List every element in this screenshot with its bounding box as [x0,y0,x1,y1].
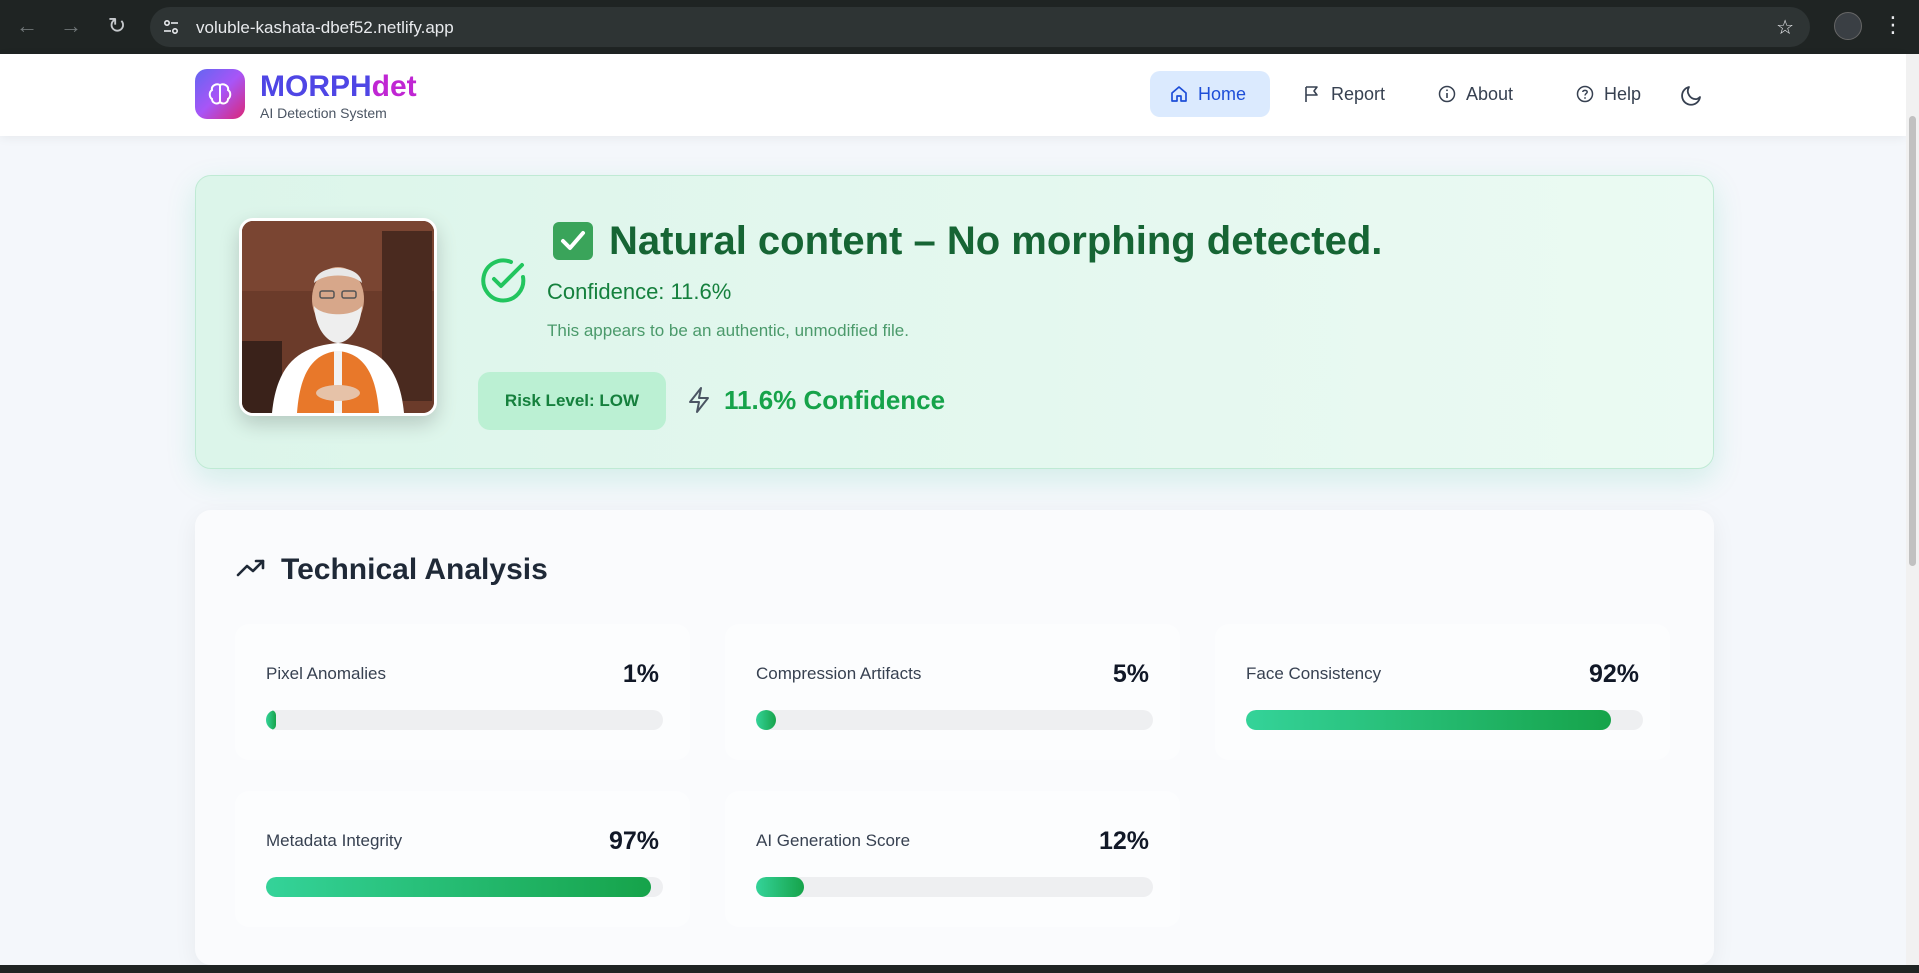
help-icon [1576,85,1594,103]
forward-arrow-icon[interactable]: → [58,13,84,39]
metric-card: Pixel Anomalies 1% [235,624,690,760]
nav-report-label: Report [1331,83,1386,104]
metric-card: AI Generation Score 12% [725,791,1180,927]
metric-label: Compression Artifacts [756,664,922,683]
trending-up-icon [236,559,265,577]
metric-card: Metadata Integrity 97% [235,791,690,927]
confidence-score: 11.6% Confidence [724,385,946,415]
progress-fill [266,710,276,730]
progress-track [1246,710,1643,730]
profile-avatar[interactable] [1834,12,1862,40]
brand-subtitle: AI Detection System [260,105,387,121]
nav-help-label: Help [1604,83,1642,104]
tune-icon[interactable] [162,18,180,36]
back-arrow-icon[interactable]: ← [14,13,40,39]
section-title: Technical Analysis [281,553,548,586]
check-mark-icon [553,222,593,260]
metric-value: 92% [1588,660,1639,688]
progress-fill [1246,710,1612,730]
risk-level-badge: Risk Level: LOW [478,372,666,430]
star-icon[interactable]: ☆ [1776,15,1794,40]
nav-home-label: Home [1198,83,1247,104]
metric-value: 97% [608,827,659,855]
uploaded-image-thumbnail [239,218,437,416]
metric-label: Face Consistency [1246,664,1382,683]
nav-help[interactable]: Help [1556,71,1661,117]
lightning-icon [689,387,709,413]
reload-icon[interactable]: ↻ [104,13,130,39]
flag-icon [1305,86,1318,102]
brain-icon[interactable] [195,69,245,119]
progress-track [756,877,1153,897]
progress-fill [266,877,652,897]
metric-value: 5% [1112,660,1149,688]
info-icon [1438,85,1456,103]
progress-track [756,710,1153,730]
address-bar[interactable]: voluble-kashata-dbef52.netlify.app ☆ [150,7,1810,47]
more-menu-icon[interactable]: ⋮ [1882,12,1904,40]
nav-home[interactable]: Home [1150,71,1270,117]
result-description: This appears to be an authentic, unmodif… [547,321,909,340]
nav-about-label: About [1466,83,1514,104]
moon-icon[interactable] [1679,82,1705,108]
app-header: MORPHdet AI Detection System Home Report… [0,54,1906,136]
metric-value: 1% [622,660,659,688]
metric-label: Metadata Integrity [266,831,403,850]
progress-fill [756,710,776,730]
progress-fill [756,877,804,897]
progress-track [266,877,663,897]
brand-part-1: MORPH [260,70,372,103]
nav-report[interactable]: Report [1283,71,1405,117]
metric-value: 12% [1098,827,1149,855]
technical-analysis-card: Technical Analysis Pixel Anomalies 1% Co… [195,510,1714,965]
browser-toolbar: ← → ↻ voluble-kashata-dbef52.netlify.app… [0,0,1919,54]
metric-card: Compression Artifacts 5% [725,624,1180,760]
url-text[interactable]: voluble-kashata-dbef52.netlify.app [196,18,454,38]
result-headline: Natural content – No morphing detected. [609,219,1383,263]
page-scrollbar[interactable] [1906,54,1919,965]
scrollbar-thumb[interactable] [1909,116,1916,566]
metric-label: Pixel Anomalies [266,664,387,683]
progress-track [266,710,663,730]
home-icon [1171,86,1187,102]
check-circle-icon [481,258,526,303]
nav-about[interactable]: About [1418,71,1533,117]
metric-card: Face Consistency 92% [1215,624,1670,760]
confidence-text: Confidence: 11.6% [547,279,732,304]
window-bottom-edge [0,965,1919,973]
result-card: Natural content – No morphing detected. … [195,175,1714,469]
brand-name[interactable]: MORPHdet [260,70,417,104]
brand-part-2: det [371,70,417,103]
metric-label: AI Generation Score [756,831,911,850]
